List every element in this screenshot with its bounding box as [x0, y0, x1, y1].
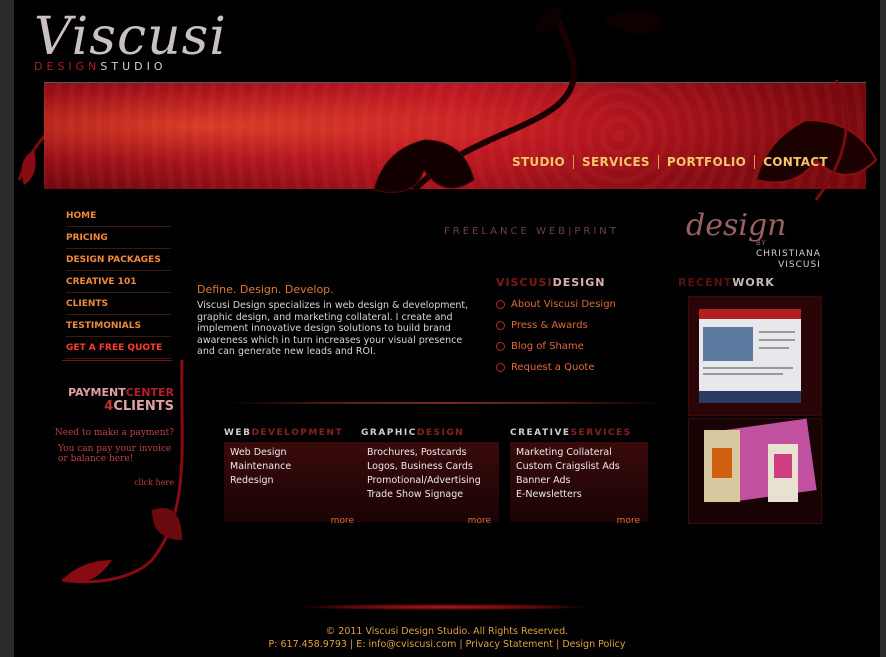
footer-privacy-link[interactable]: Privacy Statement [466, 639, 553, 650]
sidebar-item-design-packages[interactable]: DESIGN PACKAGES [66, 252, 171, 271]
sidebar-item-testimonials[interactable]: TESTIMONIALS [66, 318, 171, 337]
sidebar-item-free-quote[interactable]: GET A FREE QUOTE [66, 340, 171, 359]
bullet-icon [496, 363, 505, 372]
nav-portfolio[interactable]: PORTFOLIO [659, 155, 756, 169]
sidebar-item-clients[interactable]: CLIENTS [66, 296, 171, 315]
link-about[interactable]: About Viscusi Design [496, 299, 656, 310]
payment-center: PAYMENTCENTER 4CLIENTS Need to make a pa… [54, 386, 174, 487]
payment-click-link[interactable]: click here [54, 478, 174, 487]
bullet-icon [496, 300, 505, 309]
list-item[interactable]: Trade Show Signage [367, 488, 493, 502]
recent-work-thumbnail[interactable] [688, 296, 822, 416]
list-item[interactable]: Marketing Collateral [516, 446, 642, 460]
list-item[interactable]: Promotional/Advertising [367, 474, 493, 488]
payment-text: You can pay your invoice or balance here… [58, 444, 172, 464]
side-nav: HOME PRICING DESIGN PACKAGES CREATIVE 10… [66, 208, 171, 362]
more-link[interactable]: more [331, 516, 354, 526]
recent-work: RECENTWORK [678, 276, 775, 289]
intro-title: Define. Design. Develop. [197, 283, 334, 296]
list-item[interactable]: Brochures, Postcards [367, 446, 493, 460]
flower-decoration-icon [373, 7, 664, 193]
sidebar-item-pricing[interactable]: PRICING [66, 230, 171, 249]
list-item[interactable]: Banner Ads [516, 474, 642, 488]
service-creative-services: CREATIVESERVICES Marketing Collateral Cu… [510, 428, 648, 526]
link-blog[interactable]: Blog of Shame [496, 341, 656, 352]
sidebar-item-creative-101[interactable]: CREATIVE 101 [66, 274, 171, 293]
byline: BY CHRISTIANA VISCUSI [756, 239, 821, 270]
intro-body: Viscusi Design specializes in web design… [197, 300, 469, 357]
list-item[interactable]: E-Newsletters [516, 488, 642, 502]
footer-email[interactable]: E: info@cviscusi.com [356, 639, 456, 650]
footer-copyright: © 2011 Viscusi Design Studio. All Rights… [325, 626, 569, 637]
viscusi-design-links: VISCUSIDESIGN About Viscusi Design Press… [496, 276, 656, 373]
more-link[interactable]: more [617, 516, 640, 526]
link-quote[interactable]: Request a Quote [496, 362, 656, 373]
logo[interactable]: Viscusi DESIGNSTUDIO [34, 8, 227, 73]
nav-contact[interactable]: CONTACT [755, 155, 836, 169]
list-item[interactable]: Redesign [230, 474, 356, 488]
service-graphic-design: GRAPHICDESIGN Brochures, Postcards Logos… [361, 428, 499, 526]
page: Viscusi DESIGNSTUDIO STUDIO SERVICES POR… [14, 0, 880, 657]
nav-studio[interactable]: STUDIO [504, 155, 574, 169]
logo-script: Viscusi [34, 7, 227, 67]
list-item[interactable]: Maintenance [230, 460, 356, 474]
sidebar-item-home[interactable]: HOME [66, 208, 171, 227]
nav-services[interactable]: SERVICES [574, 155, 659, 169]
list-item[interactable]: Custom Craigslist Ads [516, 460, 642, 474]
bullet-icon [496, 342, 505, 351]
footer-phone: P: 617.458.9793 [268, 639, 347, 650]
link-press[interactable]: Press & Awards [496, 320, 656, 331]
payment-question: Need to make a payment? [54, 428, 174, 438]
bullet-icon [496, 321, 505, 330]
tagline: FREELANCE WEB|PRINT [444, 226, 619, 237]
list-item[interactable]: Web Design [230, 446, 356, 460]
footer-contact: P: 617.458.9793 | E: info@cviscusi.com |… [268, 639, 626, 650]
more-link[interactable]: more [468, 516, 491, 526]
service-web-development: WEBDEVELOPMENT Web Design Maintenance Re… [224, 428, 362, 526]
top-nav: STUDIO SERVICES PORTFOLIO CONTACT [504, 155, 836, 169]
intro: Define. Design. Develop. Viscusi Design … [197, 283, 477, 358]
list-item[interactable]: Logos, Business Cards [367, 460, 493, 474]
footer-policy-link[interactable]: Design Policy [562, 639, 625, 650]
